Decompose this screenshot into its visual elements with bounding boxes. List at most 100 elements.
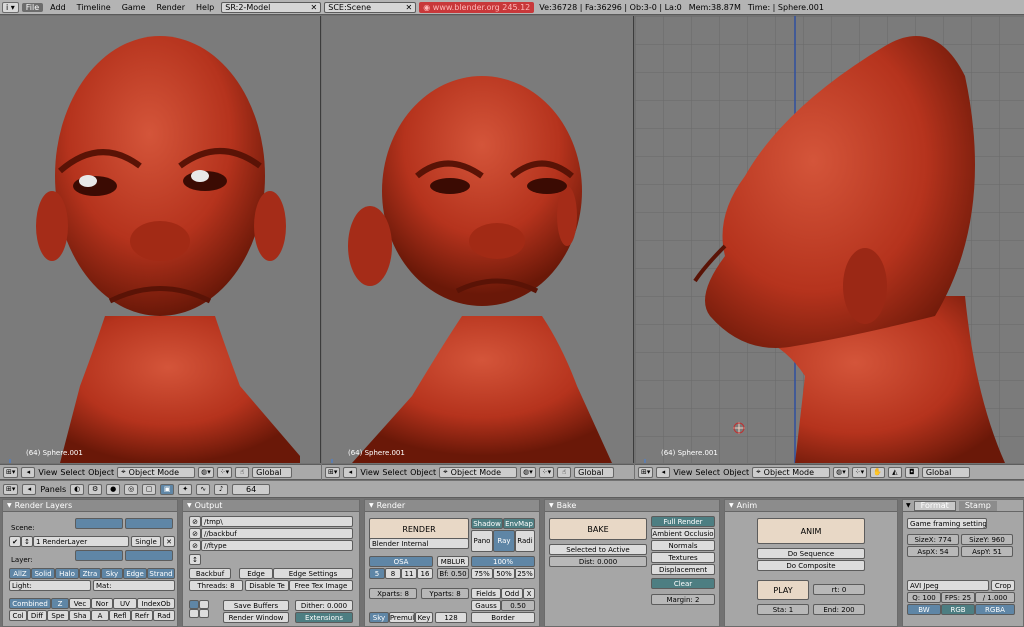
rt-field[interactable]: rt: 0	[813, 584, 865, 595]
sizex-field[interactable]: SizeX: 774	[907, 534, 959, 545]
gauss-dropdown[interactable]: Gauss	[471, 600, 501, 611]
orientation-dropdown[interactable]: Global	[921, 466, 970, 478]
dispwin-grid[interactable]	[199, 600, 209, 609]
rgba-button[interactable]: RGBA	[975, 604, 1015, 615]
pass-ztra[interactable]: Ztra	[79, 568, 101, 579]
pass-diff[interactable]: Diff	[27, 610, 47, 621]
bake-textures[interactable]: Textures	[651, 552, 715, 563]
fps-field[interactable]: FPS: 25	[941, 592, 975, 603]
collapse-triangle-icon[interactable]: ▼	[7, 502, 12, 509]
disable-te-button[interactable]: Disable Te	[245, 580, 289, 591]
frame-field[interactable]: 64	[232, 483, 271, 495]
osa-button[interactable]: OSA	[369, 556, 433, 567]
close-icon[interactable]: ✕	[406, 3, 413, 12]
bake-displacement[interactable]: Displacement	[651, 564, 715, 575]
bake-button[interactable]: BAKE	[549, 518, 647, 540]
pass-refr[interactable]: Refr	[131, 610, 153, 621]
key-button[interactable]: Key	[415, 612, 433, 623]
hand-icon[interactable]: ✋	[870, 466, 885, 478]
pass-vec[interactable]: Vec	[69, 598, 91, 609]
window-type-icon[interactable]: i ▾	[2, 1, 19, 13]
x-button[interactable]: X	[523, 588, 535, 599]
size-75-button[interactable]: 75%	[471, 568, 493, 579]
menu-object[interactable]: Object	[88, 468, 114, 477]
pass-combined[interactable]: Combined	[9, 598, 51, 609]
menu-object[interactable]: Object	[723, 468, 749, 477]
collapse-triangle-icon[interactable]: ▼	[187, 502, 192, 509]
pivot-icon[interactable]: ⁘▾	[851, 466, 868, 478]
render-window-dropdown[interactable]: Render Window	[223, 612, 289, 623]
pano-button[interactable]: Pano	[471, 530, 493, 552]
menu-view[interactable]: View	[38, 468, 57, 477]
pass-z[interactable]: Z	[51, 598, 69, 609]
size-25-button[interactable]: 25%	[515, 568, 535, 579]
bf-field[interactable]: Bf: 0.50	[437, 568, 469, 579]
dispwin-grid[interactable]	[189, 600, 199, 609]
dispwin-grid[interactable]	[189, 609, 199, 618]
do-sequence-button[interactable]: Do Sequence	[757, 548, 865, 559]
editor-type-icon[interactable]: ⊞▾	[325, 466, 341, 478]
osa-11[interactable]: 11	[401, 568, 417, 579]
menu-select[interactable]: Select	[695, 468, 720, 477]
osa-5[interactable]: 5	[369, 568, 385, 579]
editor-type-icon[interactable]: ⊞▾	[638, 466, 654, 478]
viewport-side[interactable]: (64) Sphere.001	[635, 16, 1024, 463]
tab-format[interactable]: Format	[913, 500, 956, 511]
editor-type-icon[interactable]: ⊞▾	[3, 466, 19, 478]
extensions-button[interactable]: Extensions	[295, 612, 353, 623]
menu-game[interactable]: Game	[118, 3, 150, 12]
menu-render[interactable]: Render	[153, 3, 189, 12]
preset-dropdown[interactable]: Game framing settings	[907, 518, 987, 529]
osa-16[interactable]: 16	[417, 568, 433, 579]
render-context-icon[interactable]: ✦	[178, 483, 193, 495]
pass-halo[interactable]: Halo	[55, 568, 79, 579]
sky-button[interactable]: Sky	[369, 612, 389, 623]
envmap-button[interactable]: EnvMap	[503, 518, 535, 529]
mode-dropdown[interactable]: ⌖ Object Mode	[439, 466, 518, 478]
close-icon[interactable]: ✕	[163, 536, 175, 547]
viewport-perspective[interactable]: (64) Sphere.001	[322, 16, 634, 463]
pass-nor[interactable]: Nor	[91, 598, 113, 609]
menu-add[interactable]: Add	[46, 3, 70, 12]
pivot-icon[interactable]: ⁘▾	[538, 466, 555, 478]
folder-icon[interactable]: ⊘	[189, 528, 201, 539]
shading-icon[interactable]: ◍▾	[520, 466, 536, 478]
collapse-triangle-icon[interactable]: ▼	[903, 502, 911, 509]
pass-uv[interactable]: UV	[113, 598, 137, 609]
menu-view[interactable]: View	[360, 468, 379, 477]
folder-icon[interactable]: ⊘	[189, 540, 201, 551]
free-tex-button[interactable]: Free Tex Image	[289, 580, 353, 591]
script-context-icon[interactable]: ⚙	[88, 483, 103, 495]
collapse-triangle-icon[interactable]: ▼	[369, 502, 374, 509]
pass-spe[interactable]: Spe	[47, 610, 69, 621]
rgb-button[interactable]: RGB	[941, 604, 975, 615]
end-frame-field[interactable]: End: 200	[813, 604, 865, 615]
pass-edge[interactable]: Edge	[123, 568, 147, 579]
scene-layers-grid[interactable]	[75, 518, 123, 529]
menu-file[interactable]: File	[21, 2, 44, 12]
blender-url-badge[interactable]: ◉ www.blender.org 245.12	[419, 1, 535, 13]
codec-dropdown[interactable]: AVI Jpeg	[907, 580, 989, 591]
ftype-path[interactable]: //ftype	[201, 540, 353, 551]
osa-8[interactable]: 8	[385, 568, 401, 579]
pass-sky[interactable]: Sky	[101, 568, 123, 579]
pass-sha[interactable]: Sha	[69, 610, 91, 621]
bw-button[interactable]: BW	[907, 604, 941, 615]
scene-context-icon[interactable]: ▣	[160, 483, 175, 495]
menu-object[interactable]: Object	[410, 468, 436, 477]
fps-base-field[interactable]: / 1.000	[975, 592, 1015, 603]
save-buffers-button[interactable]: Save Buffers	[223, 600, 289, 611]
pass-refl[interactable]: Refl	[109, 610, 131, 621]
collapse-icon[interactable]: ◂	[656, 466, 671, 478]
close-icon[interactable]: ✕	[311, 3, 318, 12]
quality-field[interactable]: Q: 100	[907, 592, 941, 603]
depth-dropdown[interactable]: 128	[435, 612, 467, 623]
orientation-dropdown[interactable]: Global	[252, 466, 293, 478]
pass-allz[interactable]: AllZ	[9, 568, 31, 579]
light-field[interactable]: Light:	[9, 580, 91, 591]
threads-field[interactable]: Threads: 8	[189, 580, 243, 591]
size-100-button[interactable]: 100%	[471, 556, 535, 567]
edit-context-icon[interactable]: ▢	[142, 483, 157, 495]
logic-context-icon[interactable]: ◐	[70, 483, 85, 495]
collapse-triangle-icon[interactable]: ▼	[729, 502, 734, 509]
